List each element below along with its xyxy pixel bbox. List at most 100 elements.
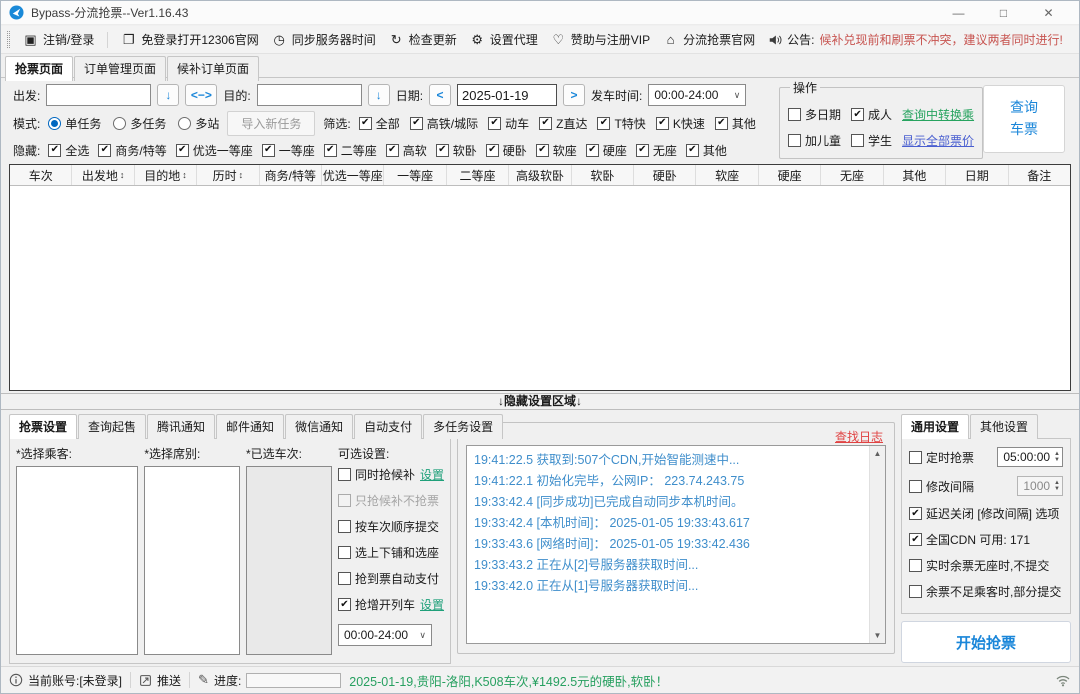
general-checkbox[interactable]: 定时抢票 — [909, 449, 974, 466]
option-settings-link[interactable]: 设置 — [420, 466, 444, 483]
train-table-body[interactable] — [10, 186, 1070, 390]
filter-checkbox[interactable]: ✔T特快 — [597, 115, 645, 132]
hide-checkbox[interactable]: ✔全选 — [48, 142, 89, 159]
checkbox[interactable] — [909, 451, 922, 464]
scroll-up-arrow[interactable]: ▲ — [870, 446, 885, 461]
checkbox[interactable]: ✔ — [851, 108, 864, 121]
swap-stations-button[interactable]: <−> — [185, 84, 217, 106]
checkbox[interactable]: ✔ — [436, 144, 449, 157]
hide-checkbox[interactable]: ✔软卧 — [436, 142, 477, 159]
checkbox[interactable]: ✔ — [386, 144, 399, 157]
checkbox[interactable]: ✔ — [488, 117, 501, 130]
checkbox[interactable]: ✔ — [324, 144, 337, 157]
hide-checkbox[interactable]: ✔优选一等座 — [176, 142, 253, 159]
push-toggle[interactable]: 推送 — [139, 672, 181, 689]
checkbox[interactable]: ✔ — [536, 144, 549, 157]
scroll-down-arrow[interactable]: ▼ — [870, 628, 885, 643]
column-header-14[interactable]: 其他 — [884, 165, 946, 185]
checkbox[interactable]: ✔ — [686, 144, 699, 157]
column-header-12[interactable]: 硬座 — [759, 165, 821, 185]
minimize-button[interactable]: — — [936, 6, 981, 20]
column-header-10[interactable]: 硬卧 — [634, 165, 696, 185]
checkbox[interactable]: ✔ — [656, 117, 669, 130]
option-checkbox[interactable]: 抢到票自动支付 — [338, 570, 439, 587]
checkbox[interactable] — [338, 494, 351, 507]
add-child-checkbox[interactable]: 加儿童 — [788, 132, 841, 149]
general-tab-通用设置[interactable]: 通用设置 — [901, 414, 969, 439]
general-checkbox[interactable]: 实时余票无座时,不提交 — [909, 557, 1049, 574]
general-checkbox[interactable]: 余票不足乘客时,部分提交 — [909, 583, 1061, 600]
checkbox[interactable]: ✔ — [486, 144, 499, 157]
tab-order-manage-page[interactable]: 订单管理页面 — [74, 56, 166, 81]
maximize-button[interactable]: □ — [981, 6, 1026, 20]
checkbox[interactable]: ✔ — [359, 117, 372, 130]
settings-tab-微信通知[interactable]: 微信通知 — [285, 414, 353, 439]
filter-checkbox[interactable]: ✔Z直达 — [539, 115, 587, 132]
spinner-down-icon[interactable]: ▼ — [1054, 486, 1060, 492]
hide-checkbox[interactable]: ✔商务/特等 — [98, 142, 166, 159]
checkbox[interactable]: ✔ — [909, 507, 922, 520]
checkbox[interactable]: ✔ — [410, 117, 423, 130]
multi-date-checkbox[interactable]: 多日期 — [788, 106, 841, 123]
toolbar-item-set-proxy[interactable]: ⚙设置代理 — [470, 31, 538, 48]
mode-radio-多站[interactable]: 多站 — [178, 115, 219, 132]
tab-waitlist-order-page[interactable]: 候补订单页面 — [167, 56, 259, 81]
checkbox[interactable] — [909, 480, 922, 493]
dest-input[interactable] — [257, 84, 362, 106]
mode-radio-多任务[interactable]: 多任务 — [113, 115, 166, 132]
tab-grab-page[interactable]: 抢票页面 — [5, 56, 73, 81]
selected-trains-listbox[interactable] — [246, 466, 332, 655]
checkbox[interactable]: ✔ — [98, 144, 111, 157]
column-header-16[interactable]: 备注 — [1009, 165, 1070, 185]
hide-checkbox[interactable]: ✔无座 — [636, 142, 677, 159]
checkbox[interactable]: ✔ — [262, 144, 275, 157]
option-checkbox[interactable]: 按车次顺序提交 — [338, 518, 439, 535]
checkbox[interactable]: ✔ — [597, 117, 610, 130]
hide-checkbox[interactable]: ✔高软 — [386, 142, 427, 159]
checkbox[interactable] — [338, 520, 351, 533]
passengers-listbox[interactable] — [16, 466, 138, 655]
column-header-3[interactable]: 历时↕ — [197, 165, 259, 185]
mode-radio-单任务[interactable]: 单任务 — [48, 115, 101, 132]
hide-checkbox[interactable]: ✔硬座 — [586, 142, 627, 159]
checkbox[interactable]: ✔ — [338, 598, 351, 611]
date-input[interactable]: 2025-01-19 — [457, 84, 557, 106]
spinner-arrows[interactable]: ▲▼ — [1054, 480, 1060, 492]
student-checkbox[interactable]: 学生 — [851, 132, 892, 149]
checkbox[interactable] — [909, 559, 922, 572]
import-task-button[interactable]: 导入新任务 — [227, 111, 315, 136]
hide-checkbox[interactable]: ✔一等座 — [262, 142, 315, 159]
filter-checkbox[interactable]: ✔动车 — [488, 115, 529, 132]
find-log-link[interactable]: 查找日志 — [833, 428, 885, 445]
column-header-9[interactable]: 软卧 — [572, 165, 634, 185]
dest-dropdown-button[interactable]: ↓ — [368, 84, 390, 106]
general-checkbox[interactable]: ✔延迟关闭 [修改间隔] 选项 — [909, 505, 1059, 522]
show-all-prices-link[interactable]: 显示全部票价 — [902, 132, 974, 149]
column-header-1[interactable]: 出发地↕ — [72, 165, 134, 185]
option-checkbox[interactable]: 只抢候补不抢票 — [338, 492, 439, 509]
prev-date-button[interactable]: < — [429, 84, 451, 106]
checkbox[interactable] — [909, 585, 922, 598]
next-date-button[interactable]: > — [563, 84, 585, 106]
column-header-13[interactable]: 无座 — [821, 165, 883, 185]
filter-checkbox[interactable]: ✔K快速 — [656, 115, 705, 132]
query-tickets-button[interactable]: 查询 车票 — [983, 85, 1065, 153]
spinner-arrows[interactable]: ▲▼ — [1054, 451, 1060, 463]
toolbar-item-sync-server-time[interactable]: ◷同步服务器时间 — [272, 31, 376, 48]
column-header-2[interactable]: 目的地↕ — [135, 165, 197, 185]
settings-tab-自动支付[interactable]: 自动支付 — [354, 414, 422, 439]
radio-button[interactable] — [178, 117, 191, 130]
checkbox[interactable] — [851, 134, 864, 147]
depart-input[interactable] — [46, 84, 151, 106]
transfer-query-link[interactable]: 查询中转换乘 — [902, 106, 974, 123]
checkbox[interactable]: ✔ — [586, 144, 599, 157]
option-checkbox[interactable]: ✔抢增开列车 — [338, 596, 415, 613]
spinner-input[interactable]: 05:00:00▲▼ — [997, 447, 1063, 467]
settings-tab-查询起售[interactable]: 查询起售 — [78, 414, 146, 439]
toolbar-item-open-12306[interactable]: ❐免登录打开12306官网 — [121, 31, 258, 48]
toolbar-item-logout-login[interactable]: ▣注销/登录 — [23, 31, 94, 48]
column-header-0[interactable]: 车次 — [10, 165, 72, 185]
column-header-6[interactable]: 一等座 — [384, 165, 446, 185]
hide-checkbox[interactable]: ✔软座 — [536, 142, 577, 159]
hide-settings-divider[interactable]: ↓隐藏设置区域↓ — [1, 393, 1079, 410]
